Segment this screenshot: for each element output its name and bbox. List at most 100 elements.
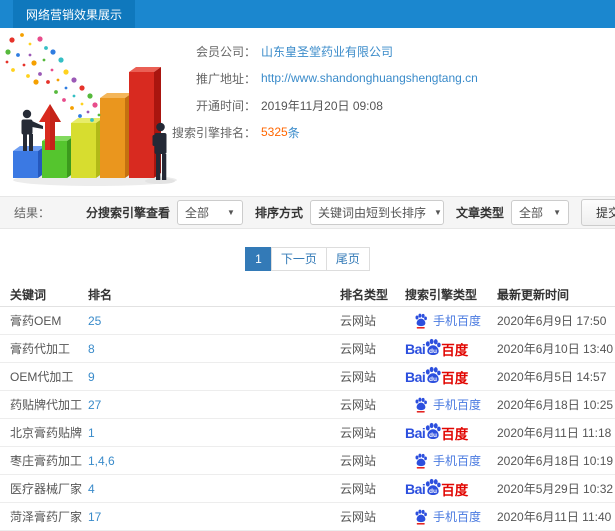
column-header: 最新更新时间 <box>497 287 570 302</box>
bar-orange <box>100 93 132 178</box>
updated-cell: 2020年5月29日 10:32 <box>497 482 614 496</box>
results-label: 结果： <box>14 206 51 220</box>
page-title: 网络营销效果展示 <box>26 7 123 22</box>
rank-link[interactable]: 17 <box>88 510 340 524</box>
info-value-link[interactable]: http://www.shandonghuangshengtang.cn <box>261 71 478 85</box>
table-row: 药贴牌代加工 27 云网站 手机百度 2020年6月18日 10:25 <box>0 391 615 419</box>
info-label: 会员公司： <box>195 44 256 59</box>
column-header: 排名类型 <box>340 287 389 302</box>
info-row: 推广地址： http://www.shandonghuangshengtang.c… <box>172 65 478 91</box>
rank-link[interactable]: 8 <box>88 342 340 356</box>
svg-text:du: du <box>429 488 437 495</box>
growth-chart-image <box>5 33 177 186</box>
engine-filter-select[interactable]: 全部 ▼ <box>176 200 243 225</box>
keyword-cell: 医疗器械厂家 <box>10 482 83 496</box>
baidu-logo-text-bai: Bai <box>405 480 426 497</box>
mobile-baidu-label: 手机百度 <box>433 510 482 524</box>
mobile-baidu-badge: 手机百度 <box>405 508 481 525</box>
engine-cell: 手机百度 <box>405 396 497 413</box>
submit-button[interactable]: 提交 <box>581 199 615 226</box>
info-label: 搜索引擎排名： <box>172 125 257 140</box>
table-row: 菏泽膏药厂家 17 云网站 手机百度 2020年6月11日 11:40 <box>0 503 615 531</box>
rank-type-cell: 云网站 <box>340 482 377 496</box>
info-section: 会员公司： 山东皇圣堂药业有限公司 推广地址： http://www.shandong… <box>0 28 615 196</box>
table-row: 医疗器械厂家 4 云网站 Bai du 百度 2020年5月29日 10:32 <box>0 475 615 503</box>
mobile-baidu-label: 手机百度 <box>433 314 482 328</box>
svg-text:du: du <box>429 376 437 383</box>
baidu-logo-text-bai: Bai <box>405 340 426 357</box>
updated-cell: 2020年6月18日 10:25 <box>497 398 614 412</box>
confetti-dots <box>5 33 101 122</box>
mobile-baidu-label: 手机百度 <box>433 398 482 412</box>
last-page-button[interactable]: 尾页 <box>325 247 370 271</box>
next-page-button[interactable]: 下一页 <box>270 247 327 271</box>
baidu-paw-icon: du <box>424 338 442 356</box>
info-list: 会员公司： 山东皇圣堂药业有限公司 推广地址： http://www.shandong… <box>172 34 478 145</box>
info-label: 推广地址： <box>195 71 256 86</box>
info-label: 开通时间： <box>195 98 256 113</box>
baidu-logo: Bai du 百度 <box>405 422 468 443</box>
rank-type-cell: 云网站 <box>340 510 377 524</box>
chevron-down-icon: ▼ <box>227 208 235 217</box>
rank-type-cell: 云网站 <box>340 454 377 468</box>
sort-filter-value: 关键词由短到长排序 <box>317 206 426 220</box>
chevron-down-icon: ▼ <box>434 208 442 217</box>
info-value-link[interactable]: 山东皇圣堂药业有限公司 <box>261 43 393 60</box>
pagination: 1 下一页 尾页 <box>0 247 615 271</box>
page-1-button[interactable]: 1 <box>245 247 272 271</box>
sort-filter-label: 排序方式 <box>254 206 303 220</box>
svg-text:du: du <box>429 432 437 439</box>
baidu-logo-text-bai: Bai <box>405 424 426 441</box>
mobile-baidu-badge: 手机百度 <box>405 452 481 469</box>
engine-cell: Bai du 百度 <box>405 366 497 387</box>
table-header-row: 关键词 排名 排名类型 搜索引擎类型 最新更新时间 <box>0 282 615 307</box>
engine-filter-label: 分搜索引擎查看 <box>85 206 170 220</box>
businessman-figure <box>21 109 43 151</box>
info-value: 5325 <box>261 125 288 139</box>
rank-link[interactable]: 1 <box>88 426 340 440</box>
article-type-value: 全部 <box>519 206 544 220</box>
updated-cell: 2020年6月18日 10:19 <box>497 454 614 468</box>
rank-link[interactable]: 4 <box>88 482 340 496</box>
rank-type-cell: 云网站 <box>340 314 377 328</box>
updated-cell: 2020年6月5日 14:57 <box>497 370 607 384</box>
updated-cell: 2020年6月9日 17:50 <box>497 314 607 328</box>
sort-filter-select[interactable]: 关键词由短到长排序 ▼ <box>309 200 444 225</box>
rank-link[interactable]: 1,4,6 <box>88 454 340 468</box>
column-header: 搜索引擎类型 <box>405 287 478 302</box>
tab-marketing-display[interactable]: 网络营销效果展示 <box>13 0 136 28</box>
rank-type-cell: 云网站 <box>340 370 377 384</box>
chevron-down-icon: ▼ <box>553 208 561 217</box>
engine-filter-value: 全部 <box>184 206 209 220</box>
rank-type-cell: 云网站 <box>340 398 377 412</box>
filter-controls: 分搜索引擎查看 全部 ▼ 排序方式 关键词由短到长排序 ▼ 文章类型 全部 ▼ … <box>74 199 615 226</box>
bar-yellow <box>71 118 103 178</box>
keyword-cell: 菏泽膏药厂家 <box>10 510 83 524</box>
info-value: 2019年11月20日 09:08 <box>261 98 383 113</box>
baidu-paw-icon: du <box>424 478 442 496</box>
rank-link[interactable]: 25 <box>88 314 340 328</box>
engine-cell: 手机百度 <box>405 312 497 329</box>
mobile-baidu-paw-icon <box>414 453 428 469</box>
keyword-cell: 北京膏药贴牌 <box>10 426 83 440</box>
keyword-cell: 枣庄膏药加工 <box>10 454 83 468</box>
article-type-select[interactable]: 全部 ▼ <box>511 200 569 225</box>
updated-cell: 2020年6月11日 11:18 <box>497 426 612 440</box>
baidu-logo-text-bai: Bai <box>405 368 426 385</box>
baidu-logo-text-cn: 百度 <box>441 482 469 498</box>
mobile-baidu-label: 手机百度 <box>433 454 482 468</box>
info-row: 搜索引擎排名： 5325 条 <box>172 119 478 145</box>
engine-cell: 手机百度 <box>405 452 497 469</box>
baidu-logo: Bai du 百度 <box>405 338 468 359</box>
baidu-logo-text-cn: 百度 <box>441 426 469 442</box>
mobile-baidu-badge: 手机百度 <box>405 312 481 329</box>
mobile-baidu-paw-icon <box>414 509 428 525</box>
rank-link[interactable]: 27 <box>88 398 340 412</box>
rank-type-cell: 云网站 <box>340 426 377 440</box>
article-type-label: 文章类型 <box>455 206 504 220</box>
table-row: 膏药OEM 25 云网站 手机百度 2020年6月9日 17:50 <box>0 307 615 335</box>
rank-type-cell: 云网站 <box>340 342 377 356</box>
mobile-baidu-paw-icon <box>414 397 428 413</box>
rank-link[interactable]: 9 <box>88 370 340 384</box>
mobile-baidu-badge: 手机百度 <box>405 396 481 413</box>
